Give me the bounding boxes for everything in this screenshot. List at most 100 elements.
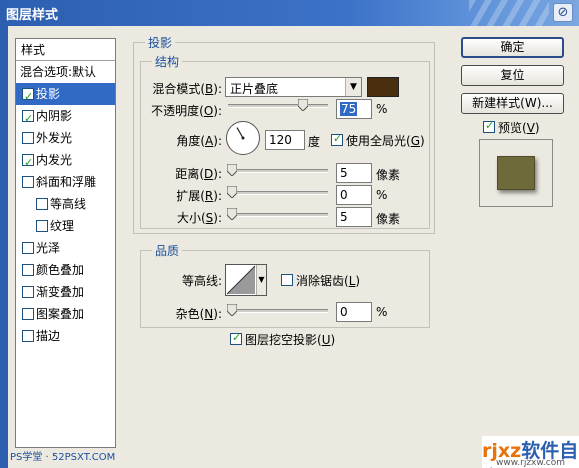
- style-list-item[interactable]: 投影: [16, 83, 115, 108]
- style-list-item[interactable]: 混合选项:默认: [16, 61, 115, 83]
- preview-checkbox[interactable]: [483, 119, 495, 133]
- layer-knocks-out-label: 图层挖空投影(U): [245, 333, 336, 347]
- noise-slider-track[interactable]: [232, 309, 328, 313]
- drop-shadow-title: 投影: [145, 34, 176, 51]
- size-input[interactable]: 5: [336, 207, 372, 227]
- style-list-item[interactable]: 斜面和浮雕: [16, 171, 115, 193]
- style-item-checkbox[interactable]: [22, 242, 34, 254]
- style-list-item[interactable]: 颜色叠加: [16, 259, 115, 281]
- opacity-unit: %: [376, 102, 388, 116]
- opacity-slider-track[interactable]: [228, 104, 328, 108]
- use-global-light-label: 使用全局光(G): [346, 134, 425, 148]
- style-list-item[interactable]: 等高线: [16, 193, 115, 215]
- style-list-items: 混合选项:默认投影内阴影外发光内发光斜面和浮雕等高线纹理光泽颜色叠加渐变叠加图案…: [16, 61, 115, 347]
- style-list-item[interactable]: 内发光: [16, 149, 115, 174]
- noise-label: 杂色(N):: [175, 307, 222, 321]
- watermark-left: PS学堂 · 52PSXT.COM: [10, 452, 116, 463]
- distance-input[interactable]: 5: [336, 163, 372, 183]
- ok-button[interactable]: 确定: [461, 37, 564, 58]
- distance-label: 距离(D):: [175, 167, 222, 181]
- style-item-checkbox[interactable]: [22, 86, 34, 108]
- style-item-label: 渐变叠加: [36, 285, 85, 299]
- size-unit: 像素: [376, 212, 401, 226]
- window-frame-left: [0, 26, 8, 468]
- chevron-down-icon: ▼: [345, 78, 361, 96]
- title-bar-decoration: [469, 0, 549, 26]
- style-list-header[interactable]: 样式: [16, 39, 115, 61]
- style-item-label: 混合选项:默认: [20, 65, 97, 79]
- angle-unit: 度: [308, 135, 321, 149]
- new-style-button[interactable]: 新建样式(W)...: [461, 93, 564, 114]
- angle-center-dot: [241, 136, 245, 140]
- chevron-down-icon[interactable]: ▼: [256, 265, 266, 295]
- angle-needle: [236, 127, 244, 139]
- opacity-input[interactable]: 75: [336, 99, 372, 119]
- style-item-label: 等高线: [50, 197, 87, 211]
- noise-input[interactable]: 0: [336, 302, 372, 322]
- blend-mode-label: 混合模式(B):: [152, 82, 222, 96]
- style-list-item[interactable]: 图案叠加: [16, 303, 115, 325]
- opacity-label: 不透明度(O):: [151, 104, 222, 118]
- style-item-label: 内阴影: [36, 109, 73, 123]
- distance-slider-track[interactable]: [232, 169, 328, 173]
- contour-picker[interactable]: ▼: [225, 264, 267, 296]
- noise-unit: %: [376, 305, 388, 319]
- style-item-checkbox[interactable]: [22, 286, 34, 298]
- style-list-item[interactable]: 描边: [16, 325, 115, 347]
- preview-swatch: [497, 156, 535, 190]
- style-item-label: 投影: [36, 87, 61, 101]
- style-list-item[interactable]: 内阴影: [16, 105, 115, 130]
- style-item-checkbox[interactable]: [22, 330, 34, 342]
- style-item-checkbox[interactable]: [22, 152, 34, 174]
- preview-label: 预览(V): [498, 121, 540, 135]
- style-item-checkbox[interactable]: [22, 132, 34, 144]
- style-list: 样式 混合选项:默认投影内阴影外发光内发光斜面和浮雕等高线纹理光泽颜色叠加渐变叠…: [15, 38, 116, 448]
- quality-title: 品质: [152, 242, 183, 259]
- anti-aliased-label: 消除锯齿(L): [296, 274, 361, 288]
- use-global-light-checkbox[interactable]: [331, 132, 343, 146]
- watermark-url: www.rjzxw.com: [496, 458, 565, 468]
- spread-slider-track[interactable]: [232, 191, 328, 195]
- style-item-checkbox[interactable]: [22, 108, 34, 130]
- style-item-checkbox[interactable]: [22, 264, 34, 276]
- style-list-item[interactable]: 外发光: [16, 127, 115, 149]
- angle-dial[interactable]: [226, 121, 260, 155]
- spread-slider-thumb[interactable]: [226, 185, 238, 199]
- style-list-item[interactable]: 渐变叠加: [16, 281, 115, 303]
- style-item-label: 颜色叠加: [36, 263, 85, 277]
- style-item-label: 描边: [36, 329, 61, 343]
- title-bar[interactable]: 图层样式 ⊘: [0, 0, 579, 26]
- contour-label: 等高线:: [181, 274, 222, 288]
- contour-curve-icon: [226, 265, 256, 295]
- style-item-label: 图案叠加: [36, 307, 85, 321]
- style-item-label: 内发光: [36, 153, 73, 167]
- preview-box: [479, 139, 553, 207]
- style-item-checkbox[interactable]: [22, 308, 34, 320]
- layer-knocks-out-checkbox[interactable]: [230, 331, 242, 345]
- style-item-checkbox[interactable]: [36, 220, 48, 232]
- size-label: 大小(S):: [176, 211, 222, 225]
- structure-title: 结构: [152, 53, 183, 70]
- angle-input[interactable]: 120: [265, 130, 305, 150]
- blend-mode-value: 正片叠底: [230, 82, 279, 96]
- close-button[interactable]: ⊘: [553, 3, 573, 22]
- style-item-checkbox[interactable]: [36, 198, 48, 210]
- reset-button[interactable]: 复位: [461, 65, 564, 86]
- spread-unit: %: [376, 188, 388, 202]
- size-slider-track[interactable]: [232, 213, 328, 217]
- size-slider-thumb[interactable]: [226, 207, 238, 221]
- noise-slider-thumb[interactable]: [226, 303, 238, 317]
- distance-slider-thumb[interactable]: [226, 163, 238, 177]
- distance-unit: 像素: [376, 168, 401, 182]
- anti-aliased-checkbox[interactable]: [281, 274, 293, 286]
- spread-label: 扩展(R):: [176, 189, 222, 203]
- blend-mode-select[interactable]: 正片叠底 ▼: [225, 77, 362, 97]
- style-list-item[interactable]: 纹理: [16, 215, 115, 237]
- opacity-slider-thumb[interactable]: [297, 98, 309, 112]
- spread-input[interactable]: 0: [336, 185, 372, 205]
- style-item-checkbox[interactable]: [22, 176, 34, 188]
- angle-label: 角度(A):: [176, 134, 222, 148]
- style-item-label: 外发光: [36, 131, 73, 145]
- style-list-item[interactable]: 光泽: [16, 237, 115, 259]
- shadow-color-swatch[interactable]: [367, 77, 399, 97]
